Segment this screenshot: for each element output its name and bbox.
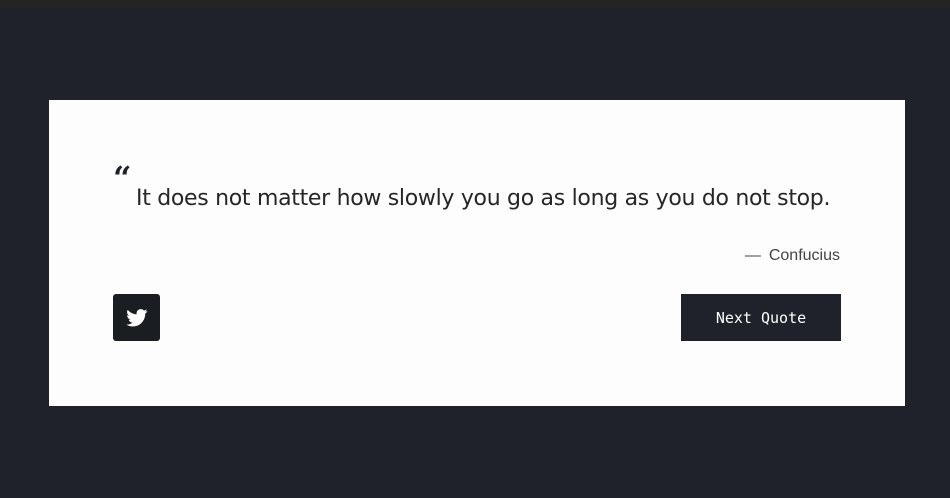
quote-text: It does not matter how slowly you go as … — [136, 186, 831, 211]
quote-card: “ It does not matter how slowly you go a… — [49, 100, 905, 406]
tweet-button[interactable] — [113, 294, 160, 341]
quote-mark-icon: “ — [113, 159, 132, 197]
next-quote-button[interactable]: Next Quote — [681, 294, 841, 341]
twitter-icon — [125, 308, 147, 326]
quote-author: — Confucius — [745, 247, 840, 265]
author-name: Confucius — [768, 247, 840, 264]
author-dash: — — [744, 247, 761, 264]
top-strip — [0, 0, 950, 8]
